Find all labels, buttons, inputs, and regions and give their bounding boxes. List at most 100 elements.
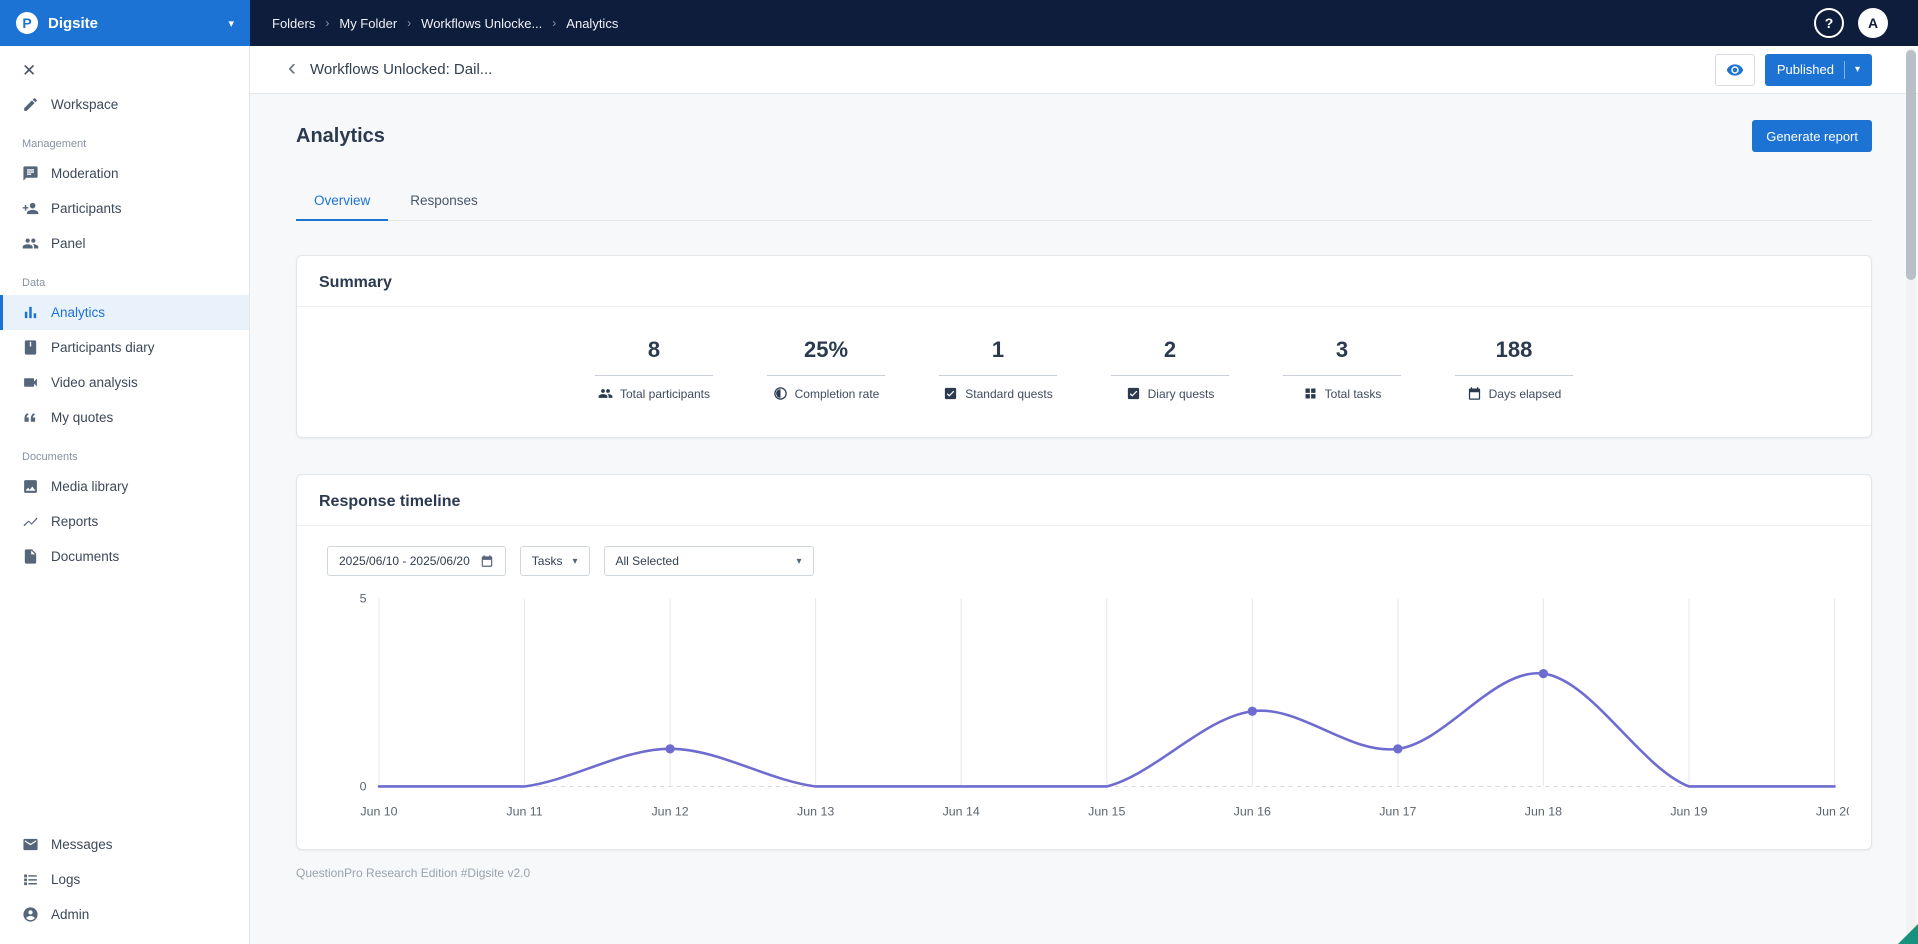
main-area: ‹ Workflows Unlocked: Dail... Published … <box>250 46 1918 944</box>
project-header: ‹ Workflows Unlocked: Dail... Published … <box>250 46 1918 94</box>
eye-icon <box>1726 61 1744 79</box>
sidebar-section-label: Documents <box>0 435 249 469</box>
sidebar-item-moderation[interactable]: Moderation <box>0 156 249 191</box>
sidebar-item-label: Video analysis <box>51 375 138 390</box>
breadcrumb-separator-icon: › <box>552 16 556 30</box>
stat-value: 8 <box>595 337 713 376</box>
scrollbar-thumb[interactable] <box>1906 50 1916 280</box>
sidebar-footer: MessagesLogs Admin <box>0 827 249 932</box>
sidebar-item-label: Media library <box>51 479 128 494</box>
avatar[interactable]: A <box>1858 8 1888 38</box>
sidebar-item-messages[interactable]: Messages <box>0 827 249 862</box>
sidebar-item-label: Moderation <box>51 166 119 181</box>
grid-icon <box>1303 386 1318 401</box>
preview-button[interactable] <box>1715 54 1755 86</box>
breadcrumb-separator-icon: › <box>325 16 329 30</box>
brand-button[interactable]: P Digsite ▾ <box>0 0 250 46</box>
date-range-value: 2025/06/10 - 2025/06/20 <box>339 554 470 568</box>
svg-text:Jun 15: Jun 15 <box>1088 804 1125 818</box>
stat-total-participants: 8Total participants <box>595 337 713 401</box>
back-button[interactable]: ‹ <box>288 56 296 80</box>
published-label: Published <box>1777 62 1834 77</box>
svg-text:Jun 18: Jun 18 <box>1525 804 1562 818</box>
stat-days-elapsed: 188Days elapsed <box>1455 337 1573 401</box>
sidebar-item-reports[interactable]: Reports <box>0 504 249 539</box>
sidebar: ✕ Workspace Management Moderation Particip… <box>0 46 250 944</box>
selection-filter-value: All Selected <box>616 554 679 568</box>
breadcrumb-item-my-folder[interactable]: My Folder <box>339 16 397 31</box>
project-title: Workflows Unlocked: Dail... <box>310 61 492 78</box>
timeline-line-chart: 05Jun 10Jun 11Jun 12Jun 13Jun 14Jun 15Ju… <box>319 588 1849 828</box>
sidebar-item-label: Analytics <box>51 305 105 320</box>
trend-icon <box>22 513 39 530</box>
feedback-corner-widget[interactable] <box>1898 924 1918 944</box>
checklist-icon <box>1126 386 1141 401</box>
people-icon <box>22 235 39 252</box>
pencil-icon <box>22 96 39 113</box>
tab-responses[interactable]: Responses <box>392 182 496 221</box>
brand-name: Digsite <box>48 15 218 32</box>
svg-text:Jun 14: Jun 14 <box>943 804 980 818</box>
close-sidebar-icon[interactable]: ✕ <box>0 58 58 87</box>
breadcrumb-item-analytics[interactable]: Analytics <box>566 16 618 31</box>
footer-text: QuestionPro Research Edition #Digsite v2… <box>296 850 1872 880</box>
stat-label: Completion rate <box>795 387 880 401</box>
sidebar-item-panel[interactable]: Panel <box>0 226 249 261</box>
chevron-down-icon: ▾ <box>228 17 234 30</box>
breadcrumb-item-workflows-unlocke[interactable]: Workflows Unlocke... <box>421 16 542 31</box>
svg-text:Jun 19: Jun 19 <box>1670 804 1707 818</box>
stat-label: Standard quests <box>965 387 1052 401</box>
timeline-filters: 2025/06/10 - 2025/06/20 Tasks ▾ All Sele… <box>327 546 1849 576</box>
generate-report-button[interactable]: Generate report <box>1752 120 1872 152</box>
stat-value: 1 <box>939 337 1057 376</box>
sidebar-item-my-quotes[interactable]: My quotes <box>0 400 249 435</box>
sidebar-item-video-analysis[interactable]: Video analysis <box>0 365 249 400</box>
sidebar-item-label: Participants <box>51 201 122 216</box>
sidebar-item-label: Admin <box>51 907 89 922</box>
sidebar-item-analytics[interactable]: Analytics <box>0 295 249 330</box>
help-button[interactable]: ? <box>1814 8 1844 38</box>
tab-overview[interactable]: Overview <box>296 182 388 221</box>
breadcrumb-item-folders[interactable]: Folders <box>272 16 315 31</box>
published-button[interactable]: Published ▾ <box>1765 54 1872 86</box>
sidebar-item-media-library[interactable]: Media library <box>0 469 249 504</box>
topbar-actions: ? A <box>1814 8 1918 38</box>
svg-text:Jun 20: Jun 20 <box>1816 804 1849 818</box>
sidebar-item-label: Reports <box>51 514 98 529</box>
top-bar: P Digsite ▾ Folders › My Folder › Workflows … <box>0 0 1918 46</box>
page-content: Analytics Generate report OverviewRespon… <box>250 94 1918 944</box>
stat-diary-quests: 2Diary quests <box>1111 337 1229 401</box>
sidebar-item-logs[interactable]: Logs <box>0 862 249 897</box>
person-add-icon <box>22 200 39 217</box>
date-range-input[interactable]: 2025/06/10 - 2025/06/20 <box>327 546 506 576</box>
sidebar-item-admin[interactable]: Admin <box>0 897 249 932</box>
breadcrumb-separator-icon: › <box>407 16 411 30</box>
sidebar-item-participants[interactable]: Participants <box>0 191 249 226</box>
chat-icon <box>22 165 39 182</box>
video-icon <box>22 374 39 391</box>
sidebar-item-documents[interactable]: Documents <box>0 539 249 574</box>
vertical-scrollbar[interactable] <box>1906 48 1916 940</box>
tab-bar: OverviewResponses <box>296 182 1872 221</box>
doc-icon <box>22 548 39 565</box>
calendar-icon <box>1467 386 1482 401</box>
response-timeline-title: Response timeline <box>319 493 1849 511</box>
quote-icon <box>22 409 39 426</box>
stat-label: Diary quests <box>1148 387 1215 401</box>
sidebar-section-label: Data <box>0 261 249 295</box>
stat-value: 3 <box>1283 337 1401 376</box>
sidebar-item-label: Panel <box>51 236 86 251</box>
svg-text:Jun 17: Jun 17 <box>1379 804 1416 818</box>
svg-text:Jun 12: Jun 12 <box>651 804 688 818</box>
tasks-filter-value: Tasks <box>532 554 563 568</box>
tasks-filter-select[interactable]: Tasks ▾ <box>520 546 590 576</box>
book-icon <box>22 339 39 356</box>
sidebar-item-label: Documents <box>51 549 119 564</box>
selection-filter-select[interactable]: All Selected ▾ <box>604 546 814 576</box>
sidebar-item-participants-diary[interactable]: Participants diary <box>0 330 249 365</box>
digsite-logo-icon: P <box>16 12 38 34</box>
divider <box>1844 61 1845 79</box>
calendar-icon <box>480 554 494 568</box>
sidebar-item-workspace[interactable]: Workspace <box>0 87 249 122</box>
sidebar-section-label: Management <box>0 122 249 156</box>
